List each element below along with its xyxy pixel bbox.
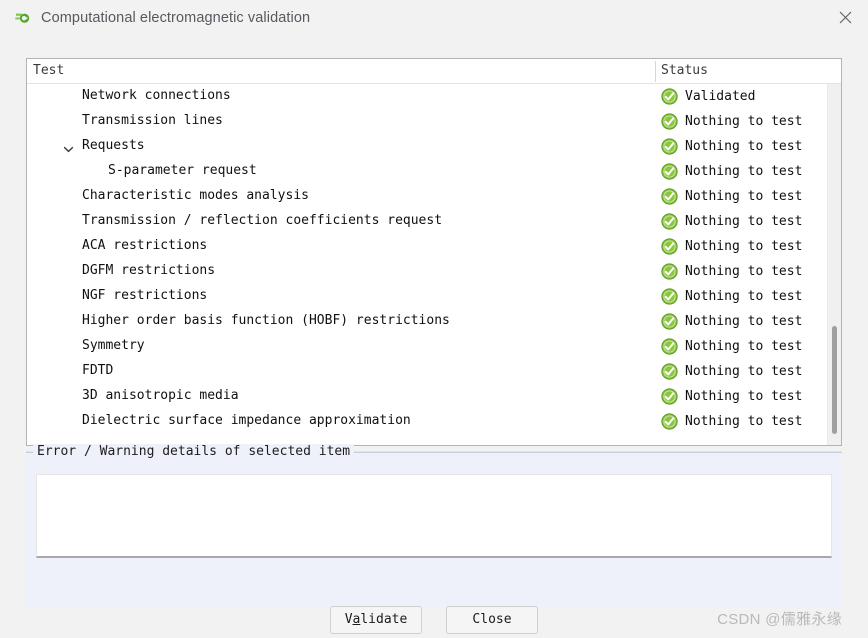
dialog-client-area: Test Status Network connections Validated… (8, 35, 860, 638)
tree-row-label: NGF restrictions (82, 288, 208, 303)
column-header-status[interactable]: Status (661, 63, 708, 78)
tree-row[interactable]: 3D anisotropic media Nothing to test (27, 384, 841, 409)
check-circle-green-icon (661, 163, 678, 180)
error-warning-details-group: Error / Warning details of selected item (26, 444, 842, 607)
tree-row[interactable]: NGF restrictions Nothing to test (27, 284, 841, 309)
tree-scrollbar-thumb[interactable] (832, 326, 837, 434)
tree-row-status-label: Nothing to test (685, 314, 803, 329)
feko-logo-icon (12, 9, 30, 27)
tree-row-label: ACA restrictions (82, 238, 208, 253)
check-circle-green-icon (661, 88, 678, 105)
tree-row-status-label: Nothing to test (685, 239, 803, 254)
dialog-body: Test Status Network connections Validated… (0, 35, 868, 638)
tree-row-status-label: Nothing to test (685, 139, 803, 154)
tree-row-status-label: Nothing to test (685, 189, 803, 204)
tree-row-status-cell: Nothing to test (661, 284, 802, 309)
tree-row-label: Transmission lines (82, 113, 223, 128)
window-title: Computational electromagnetic validation (41, 9, 311, 26)
group-border-right (276, 452, 842, 453)
tree-row[interactable]: Requests Nothing to test (27, 134, 841, 159)
window-title-bar: Computational electromagnetic validation (0, 0, 868, 35)
group-border-left (26, 452, 33, 453)
tree-row[interactable]: Higher order basis function (HOBF) restr… (27, 309, 841, 334)
tree-row[interactable]: Transmission lines Nothing to test (27, 109, 841, 134)
tree-row-label: DGFM restrictions (82, 263, 216, 278)
check-circle-green-icon (661, 238, 678, 255)
tree-row-status-label: Nothing to test (685, 214, 803, 229)
check-circle-green-icon (661, 338, 678, 355)
tree-row-status-label: Nothing to test (685, 264, 803, 279)
check-circle-green-icon (661, 188, 678, 205)
tree-row-label: Symmetry (82, 338, 145, 353)
tree-row-status-cell: Validated (661, 84, 755, 109)
check-circle-green-icon (661, 313, 678, 330)
tree-row[interactable]: S-parameter request Nothing to test (27, 159, 841, 184)
tree-row-status-cell: Nothing to test (661, 134, 802, 159)
tree-row-label: Transmission / reflection coefficients r… (82, 213, 443, 228)
tree-row-status-cell: Nothing to test (661, 359, 802, 384)
tree-row[interactable]: FDTD Nothing to test (27, 359, 841, 384)
tree-row-status-label: Validated (685, 89, 756, 104)
group-legend-label: Error / Warning details of selected item (33, 444, 355, 459)
tree-row-label: Network connections (82, 88, 231, 103)
error-warning-details-textarea[interactable] (36, 474, 832, 558)
validate-button-label-part2: lidate (360, 612, 408, 627)
tree-row-status-cell: Nothing to test (661, 409, 802, 434)
check-circle-green-icon (661, 113, 678, 130)
tree-row-label: FDTD (82, 363, 114, 378)
validate-button-accelerator: a (352, 612, 361, 627)
check-circle-green-icon (661, 213, 678, 230)
check-circle-green-icon (661, 288, 678, 305)
validation-tree[interactable]: Test Status Network connections Validated… (26, 58, 842, 446)
tree-row-label: S-parameter request (108, 163, 257, 178)
tree-row[interactable]: ACA restrictions Nothing to test (27, 234, 841, 259)
column-divider[interactable] (655, 61, 656, 82)
check-circle-green-icon (661, 388, 678, 405)
tree-row[interactable]: DGFM restrictions Nothing to test (27, 259, 841, 284)
check-circle-green-icon (661, 263, 678, 280)
chevron-down-icon[interactable] (63, 142, 74, 153)
tree-row-status-cell: Nothing to test (661, 334, 802, 359)
tree-row-status-label: Nothing to test (685, 389, 803, 404)
tree-row-label: 3D anisotropic media (82, 388, 239, 403)
tree-row-status-label: Nothing to test (685, 114, 803, 129)
tree-row-status-label: Nothing to test (685, 414, 803, 429)
validate-button[interactable]: Va lidate (330, 605, 422, 634)
tree-row-status-cell: Nothing to test (661, 159, 802, 184)
tree-row-status-cell: Nothing to test (661, 184, 802, 209)
column-header-test[interactable]: Test (33, 63, 64, 78)
check-circle-green-icon (661, 413, 678, 430)
tree-row-status-cell: Nothing to test (661, 384, 802, 409)
close-button-label: Close (472, 612, 512, 627)
tree-row-status-label: Nothing to test (685, 289, 803, 304)
tree-row[interactable]: Symmetry Nothing to test (27, 334, 841, 359)
tree-header-row: Test Status (27, 59, 841, 84)
tree-row-status-label: Nothing to test (685, 339, 803, 354)
tree-row-label: Requests (82, 138, 145, 153)
tree-row[interactable]: Transmission / reflection coefficients r… (27, 209, 841, 234)
tree-row-label: Dielectric surface impedance approximati… (82, 413, 411, 428)
tree-row-status-cell: Nothing to test (661, 209, 802, 234)
tree-row-status-cell: Nothing to test (661, 259, 802, 284)
check-circle-green-icon (661, 138, 678, 155)
csdn-watermark: CSDN @儒雅永缘 (717, 611, 842, 628)
tree-row-label: Characteristic modes analysis (82, 188, 309, 203)
tree-row-status-cell: Nothing to test (661, 234, 802, 259)
check-circle-green-icon (661, 363, 678, 380)
tree-row[interactable]: Characteristic modes analysis Nothing to … (27, 184, 841, 209)
tree-row[interactable]: Network connections Validated (27, 84, 841, 109)
close-icon[interactable] (822, 0, 868, 35)
tree-row-label: Higher order basis function (HOBF) restr… (82, 313, 450, 328)
tree-row[interactable]: Dielectric surface impedance approximati… (27, 409, 841, 434)
tree-vertical-scrollbar[interactable] (827, 84, 841, 445)
close-button[interactable]: Close (446, 605, 538, 634)
tree-row-status-cell: Nothing to test (661, 109, 802, 134)
tree-row-status-label: Nothing to test (685, 364, 803, 379)
tree-row-status-cell: Nothing to test (661, 309, 802, 334)
tree-row-list: Network connections Validated Transmission… (27, 84, 841, 434)
validate-button-label-part1: V (344, 612, 353, 627)
tree-row-status-label: Nothing to test (685, 164, 803, 179)
